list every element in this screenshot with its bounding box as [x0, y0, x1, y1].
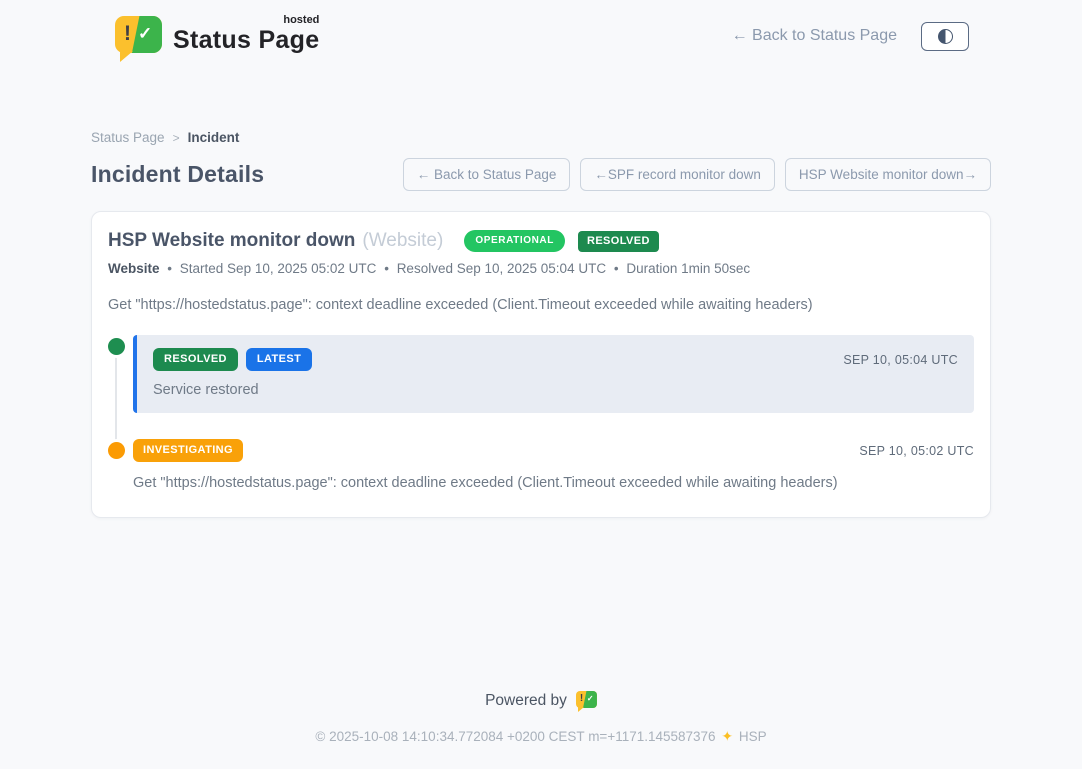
main-content: Status Page > Incident Incident Details …	[91, 130, 991, 518]
timeline-timestamp: SEP 10, 05:04 UTC	[843, 353, 958, 367]
incident-nav-buttons: ← Back to Status Page ←SPF record monito…	[403, 158, 991, 191]
page-title: Incident Details	[91, 161, 264, 188]
status-page-mini-logo-icon: ! ✓	[576, 690, 597, 711]
timeline-message: Get "https://hostedstatus.page": context…	[133, 475, 974, 491]
dark-mode-icon	[938, 29, 953, 44]
back-to-status-page-button[interactable]: ← Back to Status Page	[403, 158, 571, 191]
checkmark-icon: ✓	[138, 25, 152, 42]
incident-description: Get "https://hostedstatus.page": context…	[108, 297, 974, 313]
meta-duration: Duration 1min 50sec	[626, 261, 750, 276]
powered-by-label: Powered by	[485, 692, 567, 710]
resolved-badge: RESOLVED	[153, 348, 238, 371]
timeline-item-investigating: INVESTIGATING SEP 10, 05:02 UTC Get "htt…	[108, 439, 974, 491]
timeline-message: Service restored	[153, 382, 958, 398]
incident-timeline: RESOLVED LATEST SEP 10, 05:04 UTC Servic…	[108, 335, 974, 491]
incident-card: HSP Website monitor down (Website) OPERA…	[91, 211, 991, 518]
theme-toggle-button[interactable]	[921, 22, 969, 51]
sparkles-icon: ✦	[721, 728, 733, 744]
investigating-badge: INVESTIGATING	[133, 439, 243, 462]
resolved-status-badge: RESOLVED	[578, 231, 659, 252]
timeline-dot-green	[108, 338, 125, 355]
incident-component-label: (Website)	[362, 230, 443, 252]
brand-name: Status Page	[173, 26, 319, 54]
timeline-dot-orange	[108, 442, 125, 459]
header: ! ✓ Status Page hosted ← Back to Status …	[0, 0, 1082, 70]
meta-resolved: Resolved Sep 10, 2025 05:04 UTC	[397, 261, 606, 276]
timeline-timestamp: SEP 10, 05:02 UTC	[859, 444, 974, 458]
status-page-logo-icon: ! ✓	[115, 14, 163, 58]
meta-component: Website	[108, 261, 160, 276]
operational-status-badge: OPERATIONAL	[464, 230, 565, 252]
exclamation-icon: !	[124, 23, 131, 44]
prev-incident-button[interactable]: ←SPF record monitor down	[580, 158, 775, 191]
brand-superscript: hosted	[283, 14, 319, 26]
breadcrumb-incident: Incident	[188, 130, 240, 145]
logo-bubble-tail	[120, 51, 133, 62]
incident-meta: Website • Started Sep 10, 2025 05:02 UTC…	[108, 261, 974, 276]
next-incident-button[interactable]: HSP Website monitor down→	[785, 158, 991, 191]
timeline-item-resolved: RESOLVED LATEST SEP 10, 05:04 UTC Servic…	[108, 335, 974, 413]
checkmark-icon: ✓	[587, 695, 594, 703]
latest-badge: LATEST	[246, 348, 312, 371]
meta-started: Started Sep 10, 2025 05:02 UTC	[180, 261, 377, 276]
breadcrumb: Status Page > Incident	[91, 130, 991, 145]
timeline-plain-entry: INVESTIGATING SEP 10, 05:02 UTC Get "htt…	[133, 439, 974, 491]
breadcrumb-separator: >	[173, 131, 180, 145]
incident-title: HSP Website monitor down	[108, 230, 355, 252]
timeline-highlight-box: RESOLVED LATEST SEP 10, 05:04 UTC Servic…	[133, 335, 974, 413]
exclamation-icon: !	[580, 694, 583, 704]
back-to-status-page-link[interactable]: ← Back to Status Page	[732, 27, 897, 45]
breadcrumb-status-page[interactable]: Status Page	[91, 130, 165, 145]
app-logo[interactable]: ! ✓ Status Page hosted	[115, 14, 319, 58]
footer: Powered by ! ✓ © 2025-10-08 14:10:34.772…	[0, 690, 1082, 769]
powered-by[interactable]: Powered by ! ✓	[485, 690, 597, 711]
